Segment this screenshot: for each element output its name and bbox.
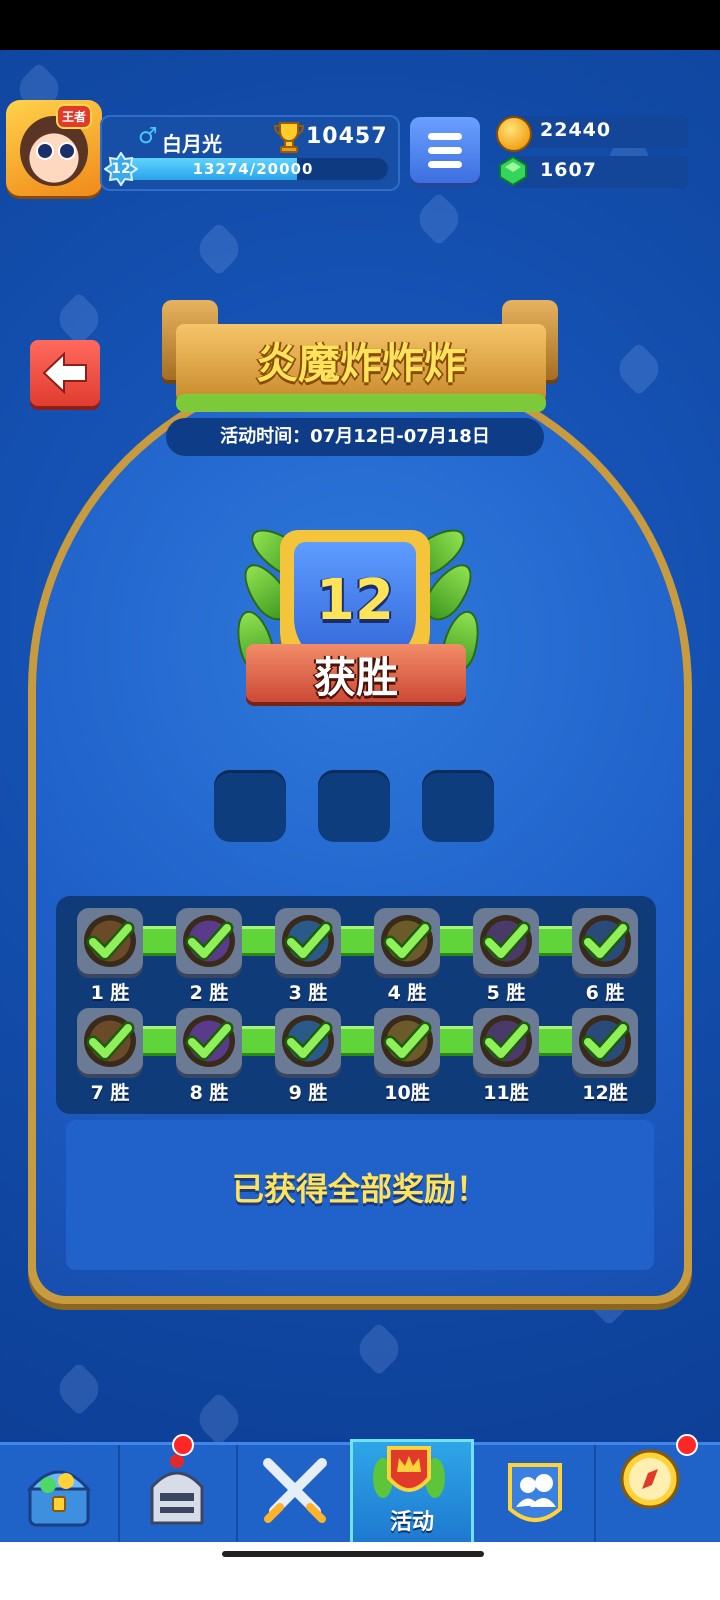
menu-button[interactable]: [410, 117, 480, 183]
crossed-swords-icon: [263, 1458, 327, 1523]
milestone-node[interactable]: [275, 1008, 341, 1074]
reward-slot: [422, 770, 494, 842]
gem-panel[interactable]: [510, 156, 688, 188]
milestone-connector: [139, 1026, 180, 1056]
event-time: 活动时间：07月12日-07月18日: [220, 426, 490, 447]
xp-text: 13274/20000: [192, 160, 314, 178]
milestone-node[interactable]: [275, 908, 341, 974]
player-name: 白月光: [162, 132, 222, 156]
milestone-label: 8 胜: [189, 1082, 229, 1104]
checkmark-icon: [383, 1021, 432, 1061]
treasure-chest-icon: [26, 1470, 92, 1527]
milestone-node[interactable]: [176, 1008, 242, 1074]
milestone-node[interactable]: [572, 908, 638, 974]
wins-count: 12: [316, 568, 394, 633]
menu-icon: [428, 133, 462, 140]
milestone-connector: [139, 926, 180, 956]
green-gem-icon: [499, 156, 527, 186]
milestone-connector: [535, 926, 576, 956]
milestone-connector: [337, 926, 378, 956]
banner-grass: [176, 394, 546, 412]
milestone-label: 4 胜: [387, 982, 427, 1004]
checkmark-icon: [284, 1021, 333, 1061]
milestone-label: 7 胜: [90, 1082, 130, 1104]
all-rewards-claimed-text: 已获得全部奖励！: [231, 1170, 488, 1208]
checkmark-icon: [581, 921, 630, 961]
player-level: 12: [111, 161, 131, 177]
milestone-node[interactable]: [176, 908, 242, 974]
milestone-node[interactable]: [77, 908, 143, 974]
milestone-label: 11胜: [483, 1082, 529, 1104]
friends-icon: [508, 1463, 562, 1522]
checkmark-icon: [581, 1021, 630, 1061]
gem-amount: 1607: [540, 159, 597, 181]
milestone-connector: [436, 926, 477, 956]
gold-coin-icon: [496, 116, 532, 152]
male-icon: ♂: [138, 124, 158, 149]
knight-helmet-icon: [150, 1454, 204, 1525]
nav-label-events: 活动: [389, 1510, 434, 1535]
milestone-connector: [337, 1026, 378, 1056]
checkmark-icon: [383, 921, 432, 961]
nav-item-treasure[interactable]: [0, 1445, 120, 1545]
notification-badge: [172, 1434, 194, 1456]
nav-item-events[interactable]: 活动: [350, 1439, 474, 1549]
crown-shield-icon: [373, 1446, 445, 1498]
nav-item-battle[interactable]: [236, 1445, 356, 1545]
checkmark-icon: [86, 921, 135, 961]
milestone-node[interactable]: [374, 1008, 440, 1074]
milestone-label: 5 胜: [486, 982, 526, 1004]
checkmark-icon: [86, 1021, 135, 1061]
bottom-nav: 活动: [0, 1439, 720, 1549]
trophy-count: 10457: [306, 124, 388, 149]
reward-slot: [318, 770, 390, 842]
nav-item-heroes[interactable]: [118, 1445, 238, 1545]
back-arrow-icon: [42, 351, 87, 395]
milestone-connector: [238, 1026, 279, 1056]
checkmark-icon: [185, 1021, 234, 1061]
status-bar: [0, 0, 720, 50]
milestone-node[interactable]: [77, 1008, 143, 1074]
trophy-icon: [273, 122, 305, 153]
milestone-connector: [535, 1026, 576, 1056]
avatar-eye: [36, 142, 54, 160]
nav-item-explore[interactable]: [594, 1445, 712, 1545]
home-indicator[interactable]: [222, 1551, 484, 1557]
reward-slot: [214, 770, 286, 842]
compass-icon: [620, 1449, 680, 1509]
checkmark-icon: [185, 921, 234, 961]
milestone-connector: [436, 1026, 477, 1056]
milestone-node[interactable]: [473, 908, 539, 974]
milestone-label: 10胜: [384, 1082, 430, 1104]
menu-icon: [428, 161, 462, 168]
notification-badge: [676, 1434, 698, 1456]
checkmark-icon: [482, 921, 531, 961]
event-title: 炎魔炸炸炸: [255, 339, 466, 388]
milestone-connector: [238, 926, 279, 956]
back-button[interactable]: [30, 340, 100, 406]
wins-label: 获胜: [313, 653, 398, 702]
milestone-node[interactable]: [374, 908, 440, 974]
milestone-label: 2 胜: [189, 982, 229, 1004]
avatar-eye: [58, 142, 76, 160]
menu-icon: [428, 147, 462, 154]
milestone-label: 9 胜: [288, 1082, 328, 1104]
milestone-label: 6 胜: [585, 982, 625, 1004]
gold-amount: 22440: [540, 119, 612, 141]
milestone-node[interactable]: [572, 1008, 638, 1074]
milestone-label: 1 胜: [90, 982, 130, 1004]
rank-title-tag: 王者: [56, 104, 93, 129]
checkmark-icon: [482, 1021, 531, 1061]
xp-progress-bar: 13274/20000: [118, 158, 388, 180]
nav-item-friends[interactable]: [476, 1445, 596, 1545]
milestone-label: 3 胜: [288, 982, 328, 1004]
milestone-node[interactable]: [473, 1008, 539, 1074]
milestone-label: 12胜: [582, 1082, 628, 1104]
checkmark-icon: [284, 921, 333, 961]
